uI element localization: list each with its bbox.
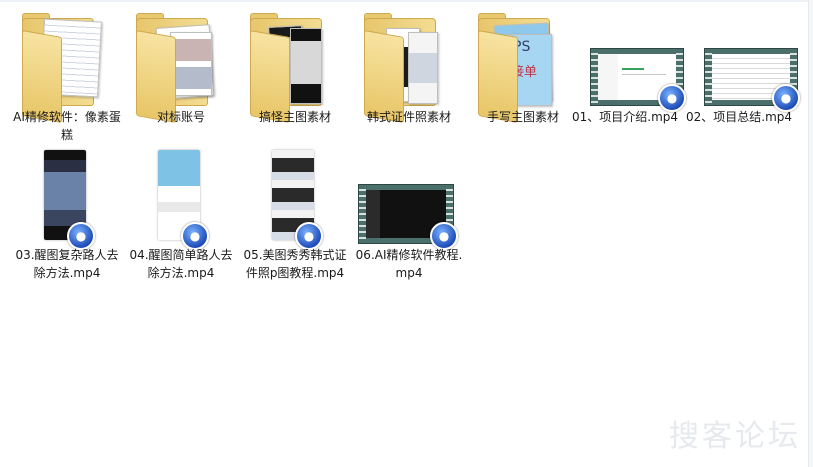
file-name-label: 02、项目总结.mp4 [685,110,793,124]
file-item-video-06[interactable]: ● 06.AI精修软件教程.mp4 [354,148,464,280]
video-thumbnail-icon: ● [354,148,464,250]
folder-icon [354,10,464,124]
file-item-folder-benchmark-accounts[interactable]: 对标账号 [126,10,236,140]
file-item-folder-handwritten-images[interactable]: PS 接单 手写主图素材 [468,10,578,140]
folder-icon [240,10,350,124]
file-name-label: 03.醒图复杂路人去除方法.mp4 [15,248,119,280]
file-item-video-01[interactable]: ● 01、项目介绍.mp4 [570,0,686,150]
file-item-video-04[interactable]: ● 04.醒图简单路人去除方法.mp4 [126,148,236,280]
scrollbar-track[interactable] [808,0,813,467]
video-thumbnail-icon: ● [12,148,122,250]
file-name-label: 对标账号 [156,110,205,124]
folder-icon [12,10,122,124]
file-name-label: 04.醒图简单路人去除方法.mp4 [129,248,233,280]
file-item-video-05[interactable]: ● 05.美图秀秀韩式证件照p图教程.mp4 [240,148,350,298]
file-item-folder-korean-id-photo[interactable]: 韩式证件照素材 [354,10,464,140]
folder-icon [126,10,236,124]
video-thumbnail-icon: ● [240,148,350,250]
file-name-label: 01、项目介绍.mp4 [571,110,679,124]
file-name-label: 搞怪主图素材 [258,110,331,124]
file-name-label: 06.AI精修软件教程.mp4 [355,248,463,280]
file-name-label: 韩式证件照素材 [366,110,451,124]
file-name-label: AI精修软件：像素蛋糕 [13,110,121,142]
file-name-label: 手写主图素材 [486,110,559,124]
video-thumbnail-icon: ● [570,0,686,112]
video-thumbnail-icon: ● [684,0,800,112]
file-item-video-02[interactable]: ● 02、项目总结.mp4 [684,0,800,150]
file-item-video-03[interactable]: ● 03.醒图复杂路人去除方法.mp4 [12,148,122,280]
file-name-label: 05.美图秀秀韩式证件照p图教程.mp4 [243,248,347,280]
watermark-logo: 搜客论坛 [669,419,801,454]
video-thumbnail-icon: ● [126,148,236,250]
folder-icon: PS 接单 [468,10,578,124]
file-item-folder-funny-images[interactable]: 搞怪主图素材 [240,10,350,140]
file-item-folder-ai-retouch[interactable]: AI精修软件：像素蛋糕 [12,10,122,142]
